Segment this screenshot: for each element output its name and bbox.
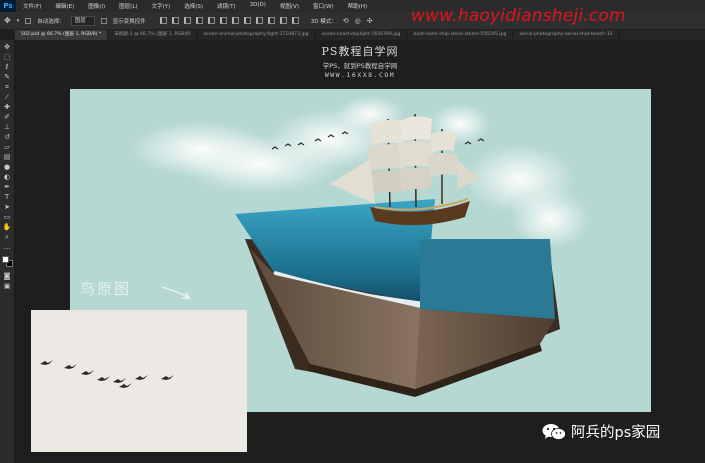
distribute-middle-icon[interactable] xyxy=(243,17,251,24)
menu-select[interactable]: 选择(S) xyxy=(177,2,210,10)
menu-3d[interactable]: 3D(D) xyxy=(243,2,273,10)
align-top-icon[interactable] xyxy=(159,17,167,24)
distribute-center-icon[interactable] xyxy=(279,17,287,24)
menu-layer[interactable]: 图层(L) xyxy=(112,2,144,10)
distribute-left-icon[interactable] xyxy=(267,17,275,24)
color-swatches xyxy=(1,256,13,267)
show-transform-checkbox[interactable] xyxy=(100,17,107,24)
auto-select-checkbox[interactable] xyxy=(25,17,32,24)
align-middle-icon[interactable] xyxy=(171,17,179,24)
menu-type[interactable]: 文字(Y) xyxy=(145,2,178,10)
align-right-icon[interactable] xyxy=(219,17,227,24)
type-tool-icon[interactable]: T xyxy=(3,193,12,201)
zoom-tool-icon[interactable]: ⌕ xyxy=(3,233,12,241)
3d-rotate-icon[interactable]: ⟲ xyxy=(343,17,349,25)
pen-tool-icon[interactable]: ✒ xyxy=(3,183,12,191)
tab-document-active[interactable]: 502.psd @ 66.7% (图层 1, RGB/8) * xyxy=(15,30,109,40)
tab-document[interactable]: ocean-coast-daylight-1656769.jpg xyxy=(316,30,408,40)
menu-edit[interactable]: 编辑(E) xyxy=(48,2,81,10)
healing-brush-tool-icon[interactable]: ✚ xyxy=(3,103,12,111)
menu-filter[interactable]: 滤镜(T) xyxy=(210,2,243,10)
menu-view[interactable]: 视图(V) xyxy=(273,2,306,10)
tutorial-header: PS教程自学网 学PS，就到PS教程自学网 WWW.16XX8.COM xyxy=(280,43,440,79)
tab-document[interactable]: boat-sailer-ship-stock-steam-556545.jpg xyxy=(407,30,514,40)
credit-text: 阿兵的ps家园 xyxy=(571,425,661,441)
menu-window[interactable]: 窗口(W) xyxy=(306,2,341,10)
tab-document[interactable]: 未标题-1 @ 66.7% (图层 1, RGB/8) xyxy=(108,30,198,40)
watermark-url: www.haoyidiansheji.com xyxy=(411,6,626,26)
tab-document[interactable]: ocean-animal-photography-fight-1710873.j… xyxy=(198,30,316,40)
align-buttons xyxy=(159,17,299,24)
menu-file[interactable]: 文件(F) xyxy=(16,2,48,10)
wechat-icon xyxy=(542,423,566,441)
path-select-tool-icon[interactable]: ➤ xyxy=(3,203,12,211)
3d-pan-icon[interactable]: ✣ xyxy=(367,17,373,25)
crop-tool-icon[interactable]: ⌗ xyxy=(3,83,12,91)
3d-roll-icon[interactable]: ◎ xyxy=(355,17,361,25)
open-book xyxy=(235,199,560,397)
menu-items: 文件(F) 编辑(E) 图像(I) 图层(L) 文字(Y) 选择(S) 滤镜(T… xyxy=(16,2,374,10)
hand-tool-icon[interactable]: ✋ xyxy=(3,223,12,231)
birds-photo xyxy=(31,310,247,452)
lasso-tool-icon[interactable]: ℓ xyxy=(3,63,12,71)
annotation-label: 鸟原图 xyxy=(80,280,132,298)
history-brush-tool-icon[interactable]: ↺ xyxy=(3,133,12,141)
distribute-right-icon[interactable] xyxy=(291,17,299,24)
more-tools-icon[interactable]: … xyxy=(3,243,12,251)
move-tool-icon[interactable]: ✥ xyxy=(4,16,11,25)
align-left-icon[interactable] xyxy=(195,17,203,24)
brush-tool-icon[interactable]: ✐ xyxy=(3,113,12,121)
clone-stamp-tool-icon[interactable]: ⊥ xyxy=(3,123,12,131)
quick-select-tool-icon[interactable]: ✎ xyxy=(3,73,12,81)
gradient-tool-icon[interactable]: ▤ xyxy=(3,153,12,161)
eyedropper-tool-icon[interactable]: ⁄ xyxy=(3,93,12,101)
eraser-tool-icon[interactable]: ▱ xyxy=(3,143,12,151)
quick-mask-icon[interactable]: ◙ xyxy=(3,272,12,280)
tab-document[interactable]: aerial-photography-aerial-shot-beach-1S xyxy=(513,30,620,40)
screen-mode-icon[interactable]: ▣ xyxy=(3,282,12,290)
auto-select-label: 自动选择： xyxy=(37,18,65,25)
foreground-color-swatch[interactable] xyxy=(1,256,9,263)
menu-help[interactable]: 帮助(H) xyxy=(341,2,374,10)
show-transform-label: 显示变换控件 xyxy=(112,18,146,25)
tutorial-subtitle: 学PS，就到PS教程自学网 xyxy=(322,62,398,70)
dodge-tool-icon[interactable]: ◐ xyxy=(3,173,12,181)
align-center-icon[interactable] xyxy=(207,17,215,24)
annotation-arrow xyxy=(161,286,191,299)
chevron-down-icon[interactable]: ▾ xyxy=(17,18,20,24)
marquee-tool-icon[interactable]: ⬚ xyxy=(3,53,12,61)
shape-tool-icon[interactable]: ▭ xyxy=(3,213,12,221)
blur-tool-icon[interactable]: ● xyxy=(3,163,12,171)
align-bottom-icon[interactable] xyxy=(183,17,191,24)
tools-panel: ✥ ⬚ ℓ ✎ ⌗ ⁄ ✚ ✐ ⊥ ↺ ▱ ▤ ● ◐ ✒ T ➤ ▭ ✋ ⌕ … xyxy=(0,40,15,463)
tutorial-url: WWW.16XX8.COM xyxy=(324,71,396,79)
bird-source-photo xyxy=(31,310,247,452)
mode-3d-label: 3D 模式： xyxy=(310,18,337,25)
menu-image[interactable]: 图像(I) xyxy=(81,2,112,10)
distribute-top-icon[interactable] xyxy=(231,17,239,24)
wechat-credit: 阿兵的ps家园 xyxy=(542,421,660,442)
tutorial-title: PS教程自学网 xyxy=(321,45,399,58)
photoshop-logo[interactable]: Ps xyxy=(0,0,16,12)
move-tool-icon[interactable]: ✥ xyxy=(3,43,12,51)
document-tabs: 502.psd @ 66.7% (图层 1, RGB/8) * 未标题-1 @ … xyxy=(15,30,705,40)
distribute-bottom-icon[interactable] xyxy=(255,17,263,24)
auto-select-dropdown[interactable]: 图层 xyxy=(70,15,95,26)
